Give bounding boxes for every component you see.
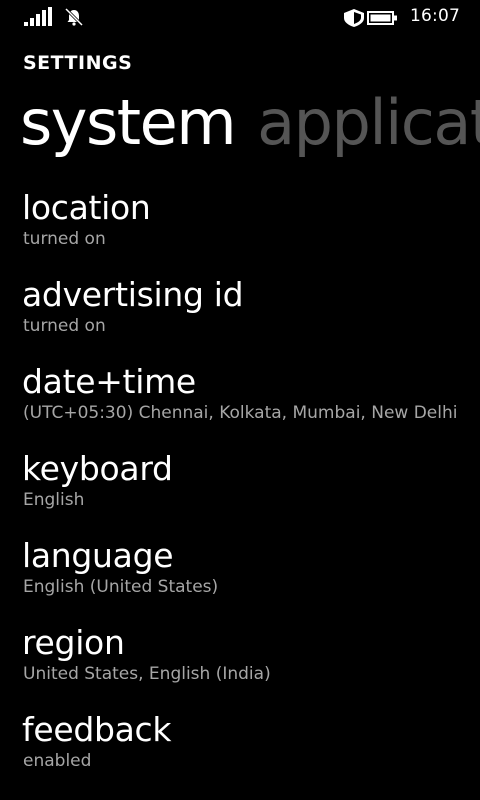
setting-title: advertising id	[22, 275, 244, 314]
setting-subtitle: English	[23, 490, 85, 510]
signal-icon	[24, 7, 52, 26]
setting-subtitle: enabled	[23, 751, 92, 771]
setting-title: location	[22, 188, 151, 227]
battery-saver-icon	[344, 9, 397, 27]
setting-location[interactable]: location turned on	[22, 188, 480, 268]
pivot-header: system applicat	[20, 86, 480, 166]
status-bar: 16:07	[0, 0, 480, 34]
setting-subtitle: (UTC+05:30) Chennai, Kolkata, Mumbai, Ne…	[23, 403, 458, 423]
setting-subtitle: turned on	[23, 229, 106, 249]
pivot-tab-applications[interactable]: applicat	[257, 86, 480, 159]
pivot-tab-system[interactable]: system	[20, 86, 237, 159]
setting-title: keyboard	[22, 449, 173, 488]
setting-date-time[interactable]: date+time (UTC+05:30) Chennai, Kolkata, …	[22, 362, 480, 442]
setting-title: language	[22, 536, 174, 575]
setting-keyboard[interactable]: keyboard English	[22, 449, 480, 529]
quiet-hours-bell-icon	[64, 7, 84, 27]
status-time: 16:07	[410, 6, 460, 26]
setting-feedback[interactable]: feedback enabled	[22, 710, 480, 790]
setting-advertising-id[interactable]: advertising id turned on	[22, 275, 480, 355]
setting-subtitle: turned on	[23, 316, 106, 336]
setting-language[interactable]: language English (United States)	[22, 536, 480, 616]
setting-title: feedback	[22, 710, 172, 749]
setting-title: date+time	[22, 362, 196, 401]
setting-subtitle: United States, English (India)	[23, 664, 271, 684]
setting-title: region	[22, 623, 125, 662]
app-title: SETTINGS	[23, 52, 133, 74]
setting-subtitle: English (United States)	[23, 577, 219, 597]
setting-region[interactable]: region United States, English (India)	[22, 623, 480, 703]
